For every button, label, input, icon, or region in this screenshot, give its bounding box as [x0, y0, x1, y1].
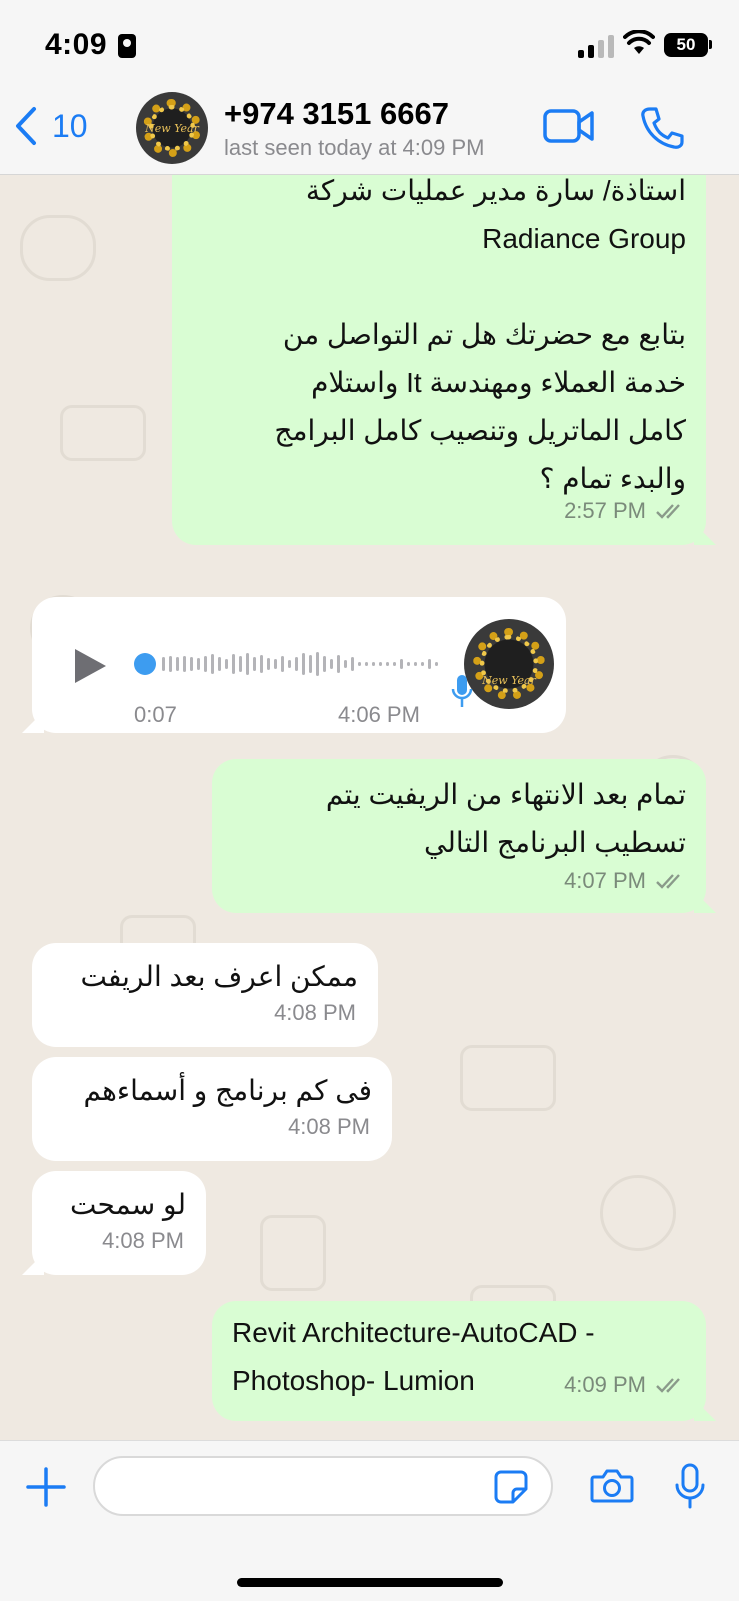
message-time: 2:57 PM: [564, 498, 646, 523]
double-check-icon: [656, 504, 680, 519]
contact-avatar[interactable]: New Year: [136, 92, 208, 164]
unread-count: 10: [52, 107, 88, 144]
outgoing-message[interactable]: Revit Architecture-AutoCAD - Photoshop- …: [212, 1301, 706, 1421]
battery-indicator: 50: [664, 33, 708, 57]
microphone-icon[interactable]: [673, 1463, 707, 1511]
home-indicator[interactable]: [237, 1578, 503, 1587]
incoming-message[interactable]: ممكن اعرف بعد الريفت 4:08 PM: [32, 943, 378, 1047]
double-check-icon: [656, 1378, 680, 1393]
play-icon[interactable]: [72, 647, 108, 685]
status-time: 4:09: [45, 28, 108, 61]
message-time: 4:08 PM: [288, 1114, 370, 1139]
chevron-left-icon: [16, 107, 36, 145]
background-doodle: [460, 1045, 556, 1111]
playback-position-dot[interactable]: [134, 653, 156, 675]
back-button[interactable]: 10: [14, 106, 88, 146]
message-text-line: [192, 263, 686, 311]
incoming-message[interactable]: فى كم برنامج و أسماءهم 4:08 PM: [32, 1057, 392, 1161]
background-doodle: [600, 1175, 676, 1251]
outgoing-message[interactable]: استاذة/ سارة مدير عمليات شركة Radiance G…: [172, 175, 706, 545]
message-time: 4:08 PM: [102, 1228, 184, 1253]
incoming-message[interactable]: لو سمحت 4:08 PM: [32, 1171, 206, 1275]
status-bar: 4:09 50: [0, 0, 739, 88]
message-text-line: خدمة العملاء ومهندسة It واستلام: [311, 367, 686, 398]
audio-waveform[interactable]: [162, 647, 452, 681]
double-check-icon: [656, 874, 680, 889]
message-time: 4:08 PM: [274, 1000, 356, 1025]
message-text-line: بتابع مع حضرتك هل تم التواصل من: [282, 319, 686, 350]
message-text-line: استاذة/ سارة مدير عمليات شركة: [305, 175, 686, 206]
plus-icon[interactable]: [26, 1467, 66, 1507]
message-text-line: Revit Architecture-AutoCAD -: [232, 1317, 595, 1348]
background-doodle: [20, 215, 96, 281]
battery-tip: [709, 40, 712, 49]
message-text-line: تمام بعد الانتهاء من الريفيت يتم: [325, 779, 686, 810]
message-text-line: كامل الماتريل وتنصيب كامل البرامج: [274, 415, 686, 446]
message-text-line: Radiance Group: [482, 223, 686, 254]
last-seen-status: last seen today at 4:09 PM: [224, 135, 485, 160]
message-input-bar: [0, 1440, 739, 1601]
outgoing-message[interactable]: تمام بعد الانتهاء من الريفيت يتم تسطيب ا…: [212, 759, 706, 913]
voice-message[interactable]: 0:07 4:06 PM New Year: [32, 597, 566, 733]
camera-icon[interactable]: [590, 1468, 634, 1504]
background-doodle: [260, 1215, 326, 1291]
wifi-icon: [623, 30, 655, 54]
id-card-icon: [118, 34, 136, 58]
video-camera-icon[interactable]: [543, 108, 595, 144]
message-time: 4:07 PM: [564, 868, 646, 893]
voice-duration: 0:07: [134, 702, 177, 727]
contact-name[interactable]: +974 3151 6667: [224, 96, 449, 132]
phone-icon[interactable]: [640, 106, 684, 150]
message-input[interactable]: [93, 1456, 553, 1516]
chat-header: 10 New Year +974 3151 6667 last seen tod…: [0, 88, 739, 175]
sender-avatar: New Year: [464, 619, 554, 709]
message-meta: 4:09 PM: [564, 1361, 686, 1409]
message-meta: 2:57 PM: [564, 487, 686, 535]
sticker-icon[interactable]: [493, 1469, 529, 1505]
cellular-signal-icon: [578, 32, 614, 58]
background-doodle: [60, 405, 146, 461]
message-time: 4:09 PM: [564, 1372, 646, 1397]
microphone-icon: [451, 675, 473, 707]
message-meta: 4:07 PM: [564, 857, 686, 905]
chat-area[interactable]: استاذة/ سارة مدير عمليات شركة Radiance G…: [0, 175, 739, 1440]
message-time: 4:06 PM: [338, 702, 420, 727]
